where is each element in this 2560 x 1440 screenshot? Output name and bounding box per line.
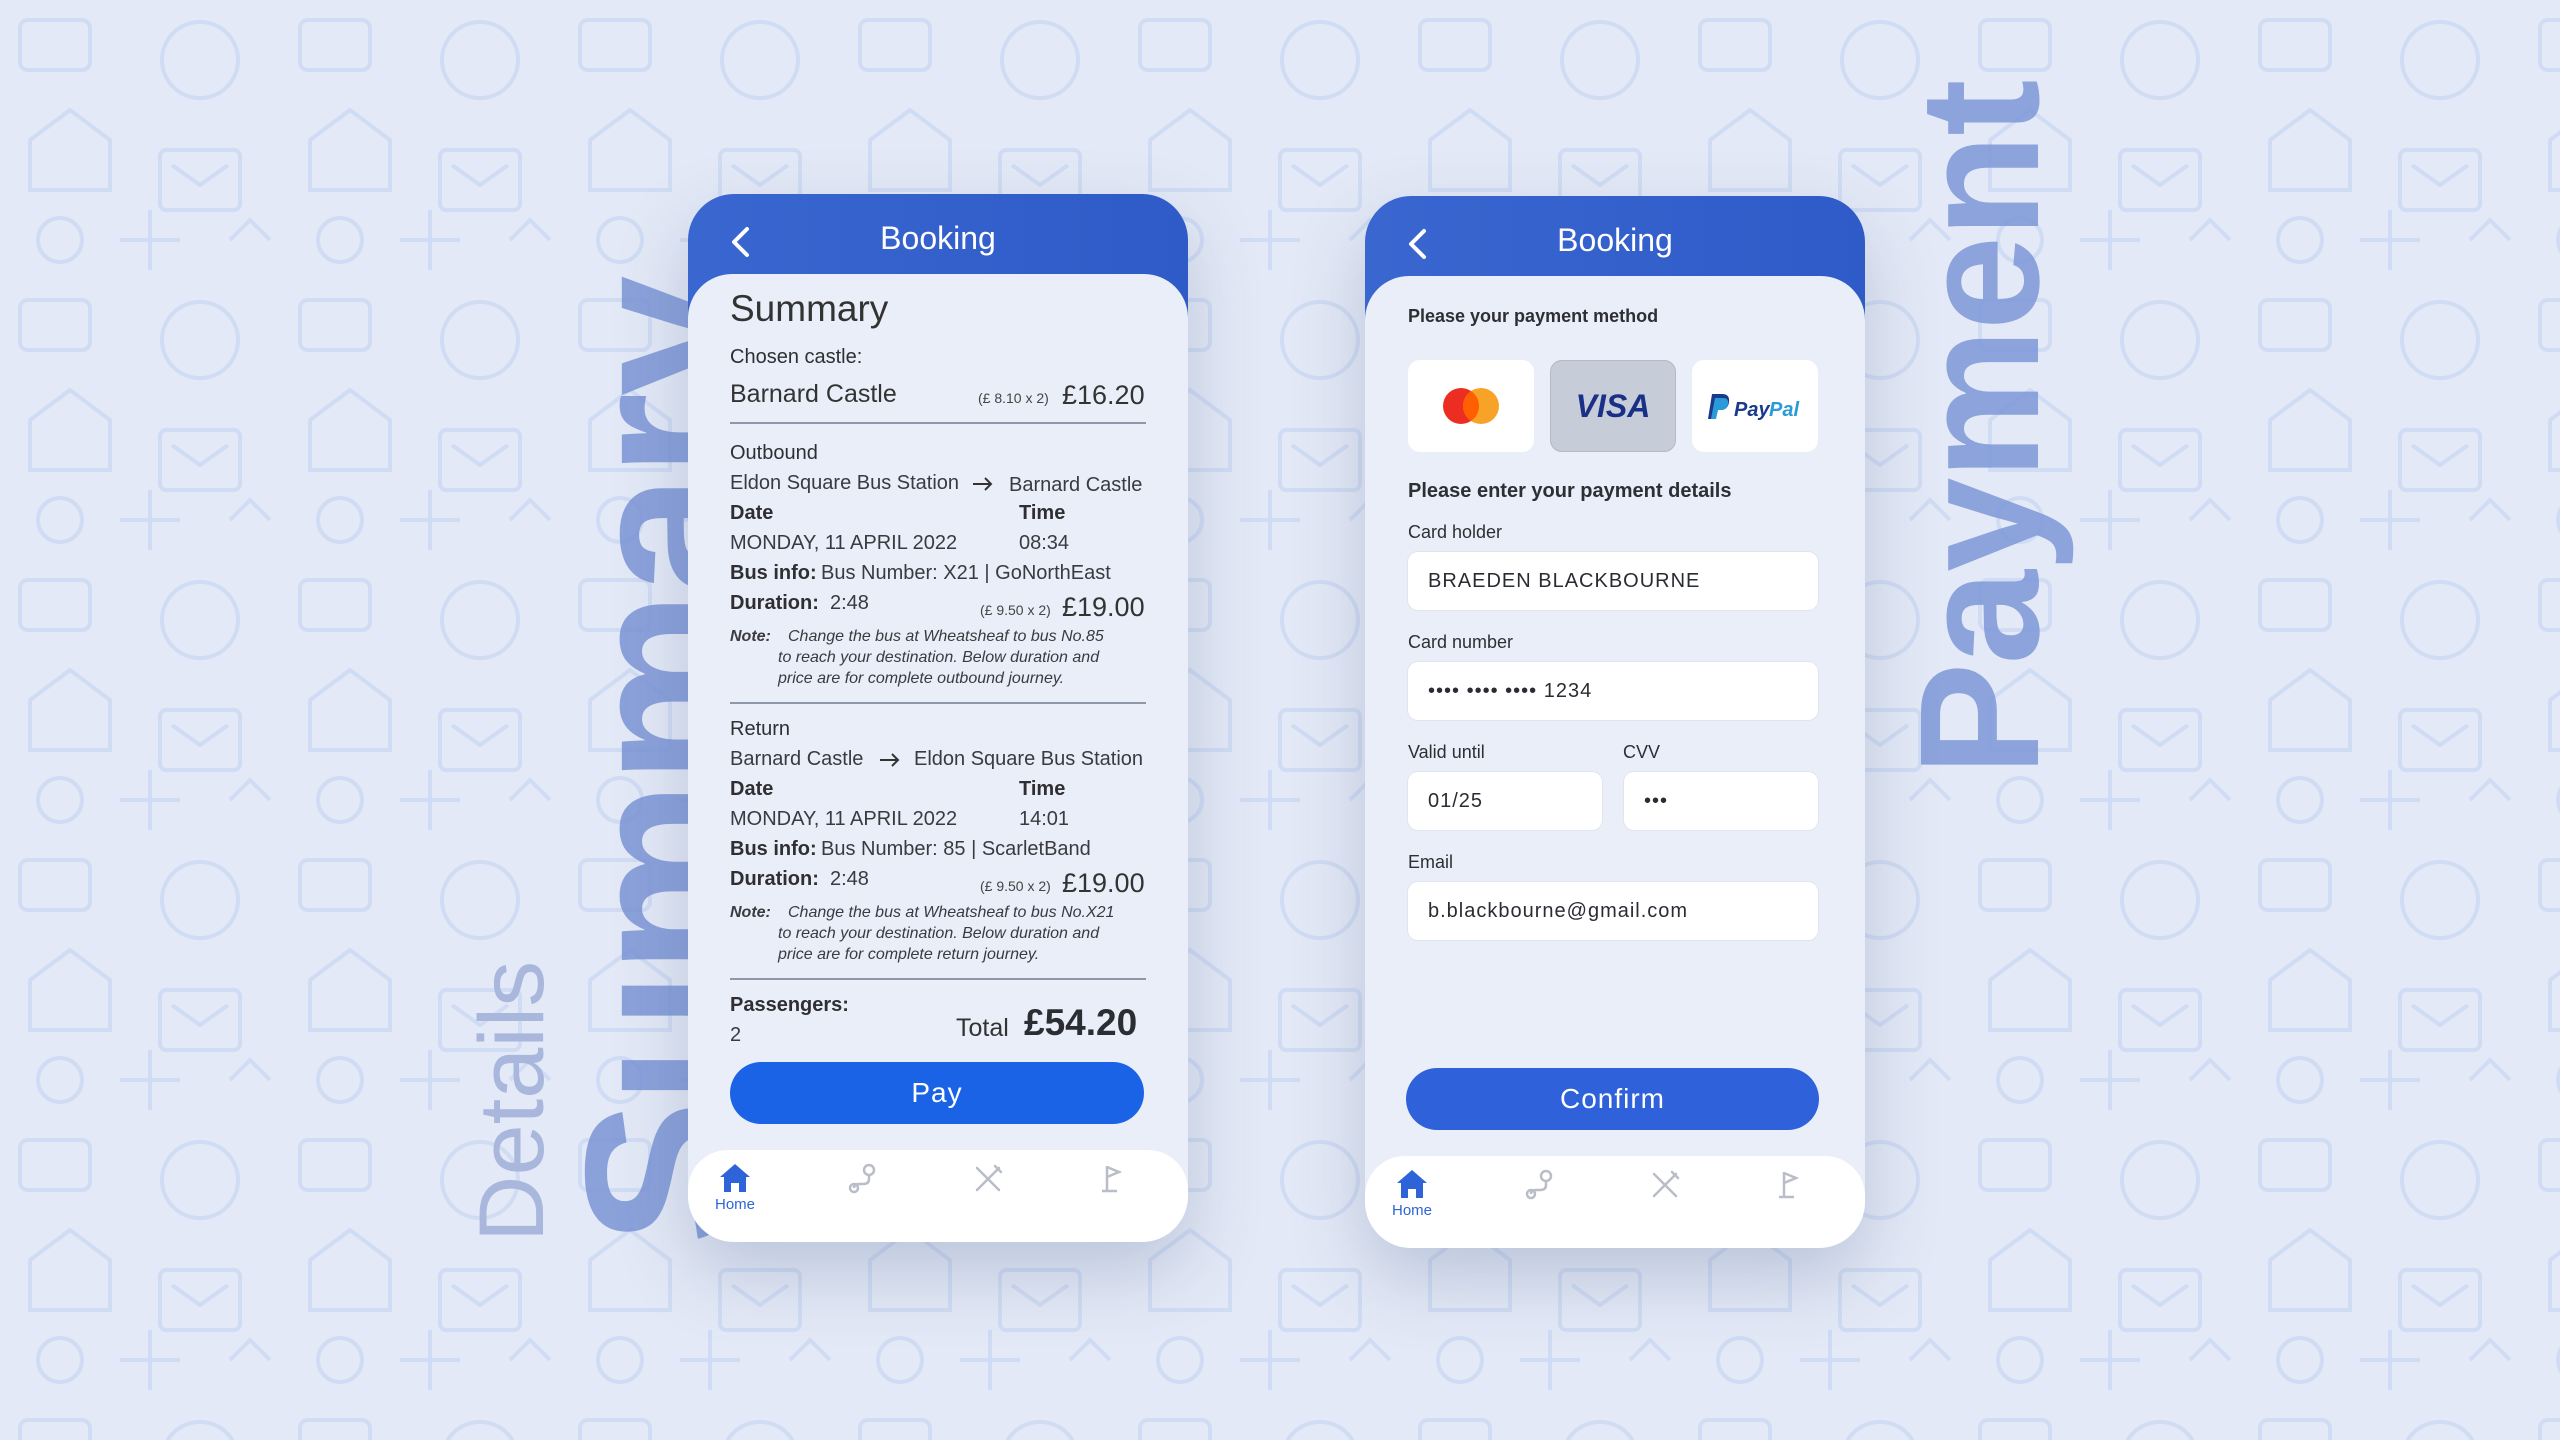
- return-date-label: Date: [730, 778, 774, 800]
- paypal-option[interactable]: Pay Pal: [1692, 360, 1818, 452]
- return-note-line: to reach your destination. Below duratio…: [778, 925, 1100, 942]
- summary-phone: Booking Summary Chosen castle: Barnard C…: [688, 194, 1188, 1242]
- outbound-label: Outbound: [730, 442, 818, 464]
- card-number-field[interactable]: •••• •••• •••• 1234: [1408, 662, 1818, 720]
- payment-decor-word: Payment: [1885, 81, 2075, 776]
- outbound-time-label: Time: [1019, 502, 1066, 524]
- confirm-button[interactable]: Confirm: [1406, 1068, 1819, 1130]
- divider: [730, 702, 1146, 704]
- return-to: Eldon Square Bus Station: [914, 748, 1144, 770]
- valid-until-label: Valid until: [1408, 742, 1485, 762]
- svg-text:VISA: VISA: [1576, 388, 1651, 424]
- passengers-label: Passengers:: [730, 994, 849, 1016]
- passengers-count: 2: [730, 1024, 742, 1046]
- castle-price: £16.20: [1062, 380, 1145, 410]
- nav-home[interactable]: Home: [1372, 1168, 1452, 1238]
- outbound-from: Eldon Square Bus Station: [730, 472, 960, 494]
- pay-button[interactable]: Pay: [730, 1062, 1144, 1124]
- return-businfo-label: Bus info:: [730, 838, 817, 860]
- return-note-label: Note:: [730, 904, 771, 921]
- svg-text:Pal: Pal: [1769, 399, 1799, 421]
- outbound-time: 08:34: [1019, 532, 1070, 554]
- payment-details-prompt: Please enter your payment details: [1408, 480, 1732, 502]
- utensils-icon: [1652, 1170, 1680, 1198]
- nav-food[interactable]: [1625, 1168, 1705, 1238]
- home-icon: [720, 1164, 750, 1192]
- outbound-to: Barnard Castle: [1009, 474, 1143, 496]
- return-label: Return: [730, 718, 791, 740]
- return-time: 14:01: [1019, 808, 1070, 830]
- nav-flag[interactable]: [1074, 1162, 1154, 1232]
- nav-routes[interactable]: [1499, 1168, 1579, 1238]
- cvv-label: CVV: [1623, 742, 1661, 762]
- svg-text:Pay: Pay: [1734, 399, 1770, 421]
- nav-routes[interactable]: [822, 1162, 902, 1232]
- outbound-note-line: to reach your destination. Below duratio…: [778, 649, 1100, 666]
- total-price: £54.20: [1024, 1002, 1138, 1043]
- chosen-castle-label: Chosen castle:: [730, 346, 863, 368]
- flag-icon: [1102, 1165, 1123, 1193]
- payment-phone: Booking Please your payment method VISA …: [1365, 196, 1865, 1248]
- mastercard-option[interactable]: [1408, 360, 1534, 452]
- payment-sheet: Please your payment method VISA Pay Pal P…: [1365, 276, 1865, 1248]
- outbound-date-label: Date: [730, 502, 774, 524]
- return-from: Barnard Castle: [730, 748, 864, 770]
- page-title: Summary: [730, 288, 889, 329]
- outbound-note-label: Note:: [730, 628, 771, 645]
- route-icon: [1525, 1169, 1553, 1200]
- arrow-right-icon: [880, 753, 900, 767]
- email-field[interactable]: b.blackbourne@gmail.com: [1408, 882, 1818, 940]
- email-label: Email: [1408, 852, 1454, 872]
- header-title: Booking: [1557, 222, 1673, 258]
- castle-price-calc: (£ 8.10 x 2): [978, 390, 1049, 406]
- flag-icon: [1779, 1171, 1800, 1199]
- card-holder-field[interactable]: BRAEDEN BLACKBOURNE: [1408, 552, 1818, 610]
- return-duration: 2:48: [830, 868, 869, 890]
- summary-sheet: Summary Chosen castle: Barnard Castle (£…: [688, 274, 1188, 1242]
- divider: [730, 422, 1146, 424]
- outbound-note-line: Change the bus at Wheatsheaf to bus No.8…: [788, 628, 1104, 645]
- payment-method-prompt: Please your payment method: [1408, 306, 1659, 326]
- visa-option[interactable]: VISA: [1550, 360, 1676, 452]
- outbound-businfo: Bus Number: X21 | GoNorthEast: [821, 562, 1111, 584]
- utensils-icon: [975, 1164, 1003, 1192]
- outbound-businfo-label: Bus info:: [730, 562, 817, 584]
- outbound-date: MONDAY, 11 APRIL 2022: [730, 532, 958, 554]
- outbound-price-calc: (£ 9.50 x 2): [980, 602, 1051, 618]
- return-price: £19.00: [1062, 868, 1145, 898]
- divider: [730, 978, 1146, 980]
- home-icon: [1397, 1170, 1427, 1198]
- bottom-nav: Home: [1365, 1156, 1865, 1248]
- return-price-calc: (£ 9.50 x 2): [980, 878, 1051, 894]
- total-label: Total: [956, 1014, 1009, 1042]
- nav-home[interactable]: Home: [695, 1162, 775, 1232]
- nav-home-label: Home: [714, 1196, 755, 1213]
- paypal-icon: Pay Pal: [1708, 394, 1799, 421]
- nav-flag[interactable]: [1751, 1168, 1831, 1238]
- return-date: MONDAY, 11 APRIL 2022: [730, 808, 958, 830]
- return-businfo: Bus Number: 85 | ScarletBand: [821, 838, 1091, 860]
- outbound-price: £19.00: [1062, 592, 1145, 622]
- return-duration-label: Duration:: [730, 868, 819, 890]
- cvv-field[interactable]: •••: [1624, 772, 1818, 830]
- valid-until-field[interactable]: 01/25: [1408, 772, 1602, 830]
- background-pattern: [0, 0, 2560, 1440]
- outbound-duration: 2:48: [830, 592, 869, 614]
- arrow-right-icon: [973, 477, 993, 491]
- castle-name: Barnard Castle: [730, 380, 897, 408]
- return-time-label: Time: [1019, 778, 1066, 800]
- mastercard-icon: [1443, 388, 1499, 424]
- nav-home-label: Home: [1391, 1202, 1432, 1219]
- card-number-label: Card number: [1408, 632, 1514, 652]
- outbound-duration-label: Duration:: [730, 592, 819, 614]
- visa-icon: VISA: [1576, 388, 1651, 424]
- outbound-note-line: price are for complete outbound journey.: [778, 670, 1065, 687]
- bottom-nav: Home: [688, 1150, 1188, 1242]
- route-icon: [848, 1163, 876, 1194]
- header-title: Booking: [880, 220, 996, 256]
- return-note-line: Change the bus at Wheatsheaf to bus No.X…: [788, 904, 1115, 921]
- return-note-line: price are for complete return journey.: [778, 946, 1040, 963]
- card-holder-label: Card holder: [1408, 522, 1503, 542]
- nav-food[interactable]: [948, 1162, 1028, 1232]
